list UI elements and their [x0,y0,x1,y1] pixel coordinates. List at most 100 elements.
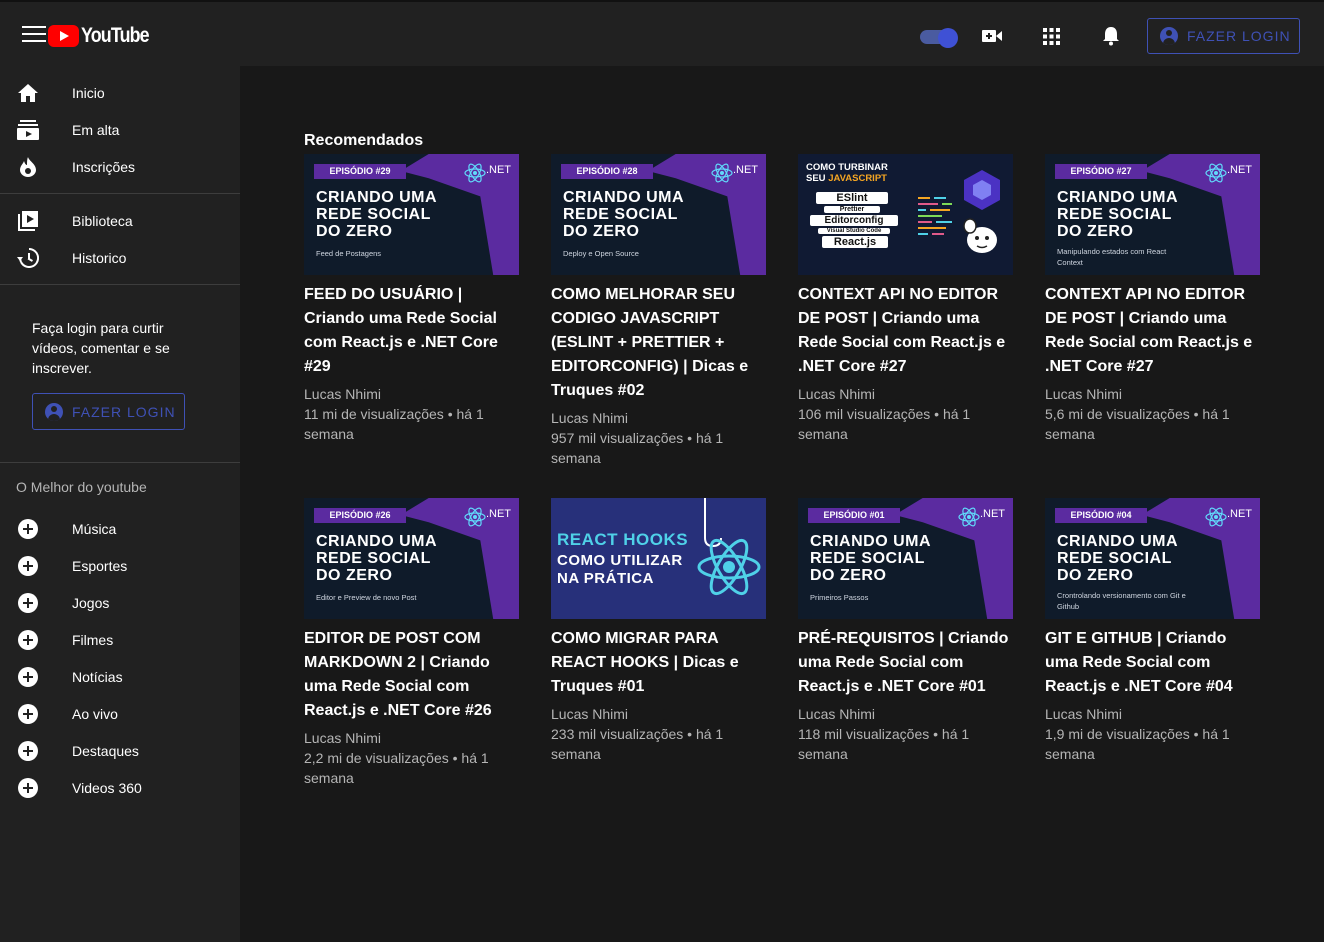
login-button[interactable]: FAZER LOGIN [1147,18,1300,54]
sidebar-divider [0,284,240,285]
tools-list: ESlint Prettier Editorconfig Visual Stud… [808,192,900,266]
sidebar-item-label: Música [72,520,117,537]
video-meta: 106 mil visualizações • há 1 semana [798,406,971,442]
video-card[interactable]: EPISÓDIO #01 .NET CRIANDO UMA REDE SOCIA… [798,498,1013,764]
episode-badge: EPISÓDIO #27 [1055,164,1147,179]
thumbnail-heading: CRIANDO UMA REDE SOCIAL DO ZERO [316,533,437,584]
plus-circle-icon [17,518,39,540]
channel-name[interactable]: Lucas Nhimi [798,704,1013,724]
menu-icon[interactable] [22,26,46,42]
video-title[interactable]: COMO MIGRAR PARA REACT HOOKS | Dicas e T… [551,627,766,699]
sidebar-item-biblioteca[interactable]: Biblioteca [0,202,240,239]
trending-icon [17,119,39,141]
sidebar-item-label: Biblioteca [72,212,133,229]
video-thumbnail[interactable]: EPISÓDIO #27 .NET CRIANDO UMA REDE SOCIA… [1045,154,1260,275]
video-title[interactable]: FEED DO USUÁRIO | Criando uma Rede Socia… [304,283,519,379]
video-title[interactable]: COMO MELHORAR SEU CODIGO JAVASCRIPT (ESL… [551,283,766,403]
episode-badge: EPISÓDIO #26 [314,508,406,523]
video-title[interactable]: CONTEXT API NO EDITOR DE POST | Criando … [798,283,1013,379]
library-icon [17,210,39,232]
sidebar-item-label: Notícias [72,668,123,685]
sidebar: Inicio Em alta Inscrições Biblioteca His… [0,66,240,942]
thumbnail-heading: CRIANDO UMA REDE SOCIAL DO ZERO [563,189,684,240]
channel-name[interactable]: Lucas Nhimi [304,728,519,748]
sidebar-item-ao-vivo[interactable]: Ao vivo [0,695,240,732]
sidebar-item-label: Ao vivo [72,705,118,722]
youtube-play-icon [48,25,79,47]
sidebar-item-em-alta[interactable]: Em alta [0,111,240,148]
video-thumbnail[interactable]: EPISÓDIO #01 .NET CRIANDO UMA REDE SOCIA… [798,498,1013,619]
video-meta: 1,9 mi de visualizações • há 1 semana [1045,726,1230,762]
account-circle-icon [1160,27,1178,45]
video-title[interactable]: GIT E GITHUB | Criando uma Rede Social c… [1045,627,1260,699]
sidebar-item-jogos[interactable]: Jogos [0,584,240,621]
sidebar-item-musica[interactable]: Música [0,510,240,547]
subscriptions-icon [17,156,39,178]
sidebar-item-inicio[interactable]: Inicio [0,74,240,111]
channel-name[interactable]: Lucas Nhimi [304,384,519,404]
video-title[interactable]: PRÉ-REQUISITOS | Criando uma Rede Social… [798,627,1013,699]
video-card[interactable]: EPISÓDIO #04 .NET CRIANDO UMA REDE SOCIA… [1045,498,1260,764]
dotnet-logo: .NET [1226,508,1252,520]
video-thumbnail[interactable]: EPISÓDIO #26 .NET CRIANDO UMA REDE SOCIA… [304,498,519,619]
dotnet-logo: .NET [1226,164,1252,176]
video-meta: 5,6 mi de visualizações • há 1 semana [1045,406,1230,442]
channel-name[interactable]: Lucas Nhimi [798,384,1013,404]
video-card[interactable]: EPISÓDIO #29 .NET CRIANDO UMA REDE SOCIA… [304,154,519,444]
apps-grid-icon[interactable] [1039,24,1063,48]
video-card[interactable]: EPISÓDIO #26 .NET CRIANDO UMA REDE SOCIA… [304,498,519,788]
video-thumbnail[interactable]: EPISÓDIO #04 .NET CRIANDO UMA REDE SOCIA… [1045,498,1260,619]
thumbnail-subtitle: Feed de Postagens [316,249,382,258]
video-thumbnail[interactable]: EPISÓDIO #28 .NET CRIANDO UMA REDE SOCIA… [551,154,766,275]
theme-toggle[interactable] [920,28,958,48]
home-icon [17,82,39,104]
sidebar-item-historico[interactable]: Historico [0,239,240,276]
eslint-logo-icon [964,170,1000,210]
plus-circle-icon [17,592,39,614]
react-logo-icon [1205,163,1227,183]
channel-name[interactable]: Lucas Nhimi [1045,384,1260,404]
video-card[interactable]: COMO TURBINAR SEU JAVASCRIPT ESlint Pret… [798,154,1013,444]
video-thumbnail[interactable]: COMO TURBINAR SEU JAVASCRIPT ESlint Pret… [798,154,1013,275]
sidebar-item-label: Esportes [72,557,128,574]
thumbnail-heading: CRIANDO UMA REDE SOCIAL DO ZERO [1057,533,1178,584]
plus-circle-icon [17,740,39,762]
dotnet-logo: .NET [485,164,511,176]
sidebar-item-esportes[interactable]: Esportes [0,547,240,584]
react-logo-icon [464,163,486,183]
section-title: O Melhor do youtube [16,479,147,495]
plus-circle-icon [17,703,39,725]
episode-badge: EPISÓDIO #04 [1055,508,1147,523]
top-bar: YouTube FAZER LOGIN [0,0,1324,66]
sidebar-item-destaques[interactable]: Destaques [0,732,240,769]
channel-name[interactable]: Lucas Nhimi [1045,704,1260,724]
video-thumbnail[interactable]: EPISÓDIO #29 .NET CRIANDO UMA REDE SOCIA… [304,154,519,275]
bell-icon[interactable] [1099,24,1123,48]
login-prompt: Faça login para curtir vídeos, comentar … [32,320,170,376]
sidebar-item-label: Historico [72,249,127,266]
sidebar-item-videos-360[interactable]: Videos 360 [0,769,240,806]
sidebar-login-button[interactable]: FAZER LOGIN [32,393,185,430]
thumbnail-heading: CRIANDO UMA REDE SOCIAL DO ZERO [810,533,931,584]
video-card[interactable]: REACT HOOKS COMO UTILIZAR NA PRÁTICA COM… [551,498,766,764]
channel-name[interactable]: Lucas Nhimi [551,408,766,428]
sidebar-item-label: Jogos [72,594,110,611]
sidebar-item-filmes[interactable]: Filmes [0,621,240,658]
youtube-logo[interactable]: YouTube [48,24,161,48]
video-card[interactable]: EPISÓDIO #27 .NET CRIANDO UMA REDE SOCIA… [1045,154,1260,444]
video-camera-icon[interactable] [980,24,1004,48]
video-card[interactable]: EPISÓDIO #28 .NET CRIANDO UMA REDE SOCIA… [551,154,766,468]
sidebar-item-inscricoes[interactable]: Inscrições [0,148,240,185]
history-icon [17,247,39,269]
plus-circle-icon [17,666,39,688]
video-title[interactable]: EDITOR DE POST COM MARKDOWN 2 | Criando … [304,627,519,723]
sidebar-item-label: Inicio [72,84,105,101]
thumbnail-subtitle: Deploy e Open Source [563,249,639,258]
video-thumbnail[interactable]: REACT HOOKS COMO UTILIZAR NA PRÁTICA [551,498,766,619]
video-title[interactable]: CONTEXT API NO EDITOR DE POST | Criando … [1045,283,1260,379]
sidebar-item-noticias[interactable]: Notícias [0,658,240,695]
dotnet-logo: .NET [732,164,758,176]
dotnet-logo: .NET [485,508,511,520]
plus-circle-icon [17,777,39,799]
channel-name[interactable]: Lucas Nhimi [551,704,766,724]
